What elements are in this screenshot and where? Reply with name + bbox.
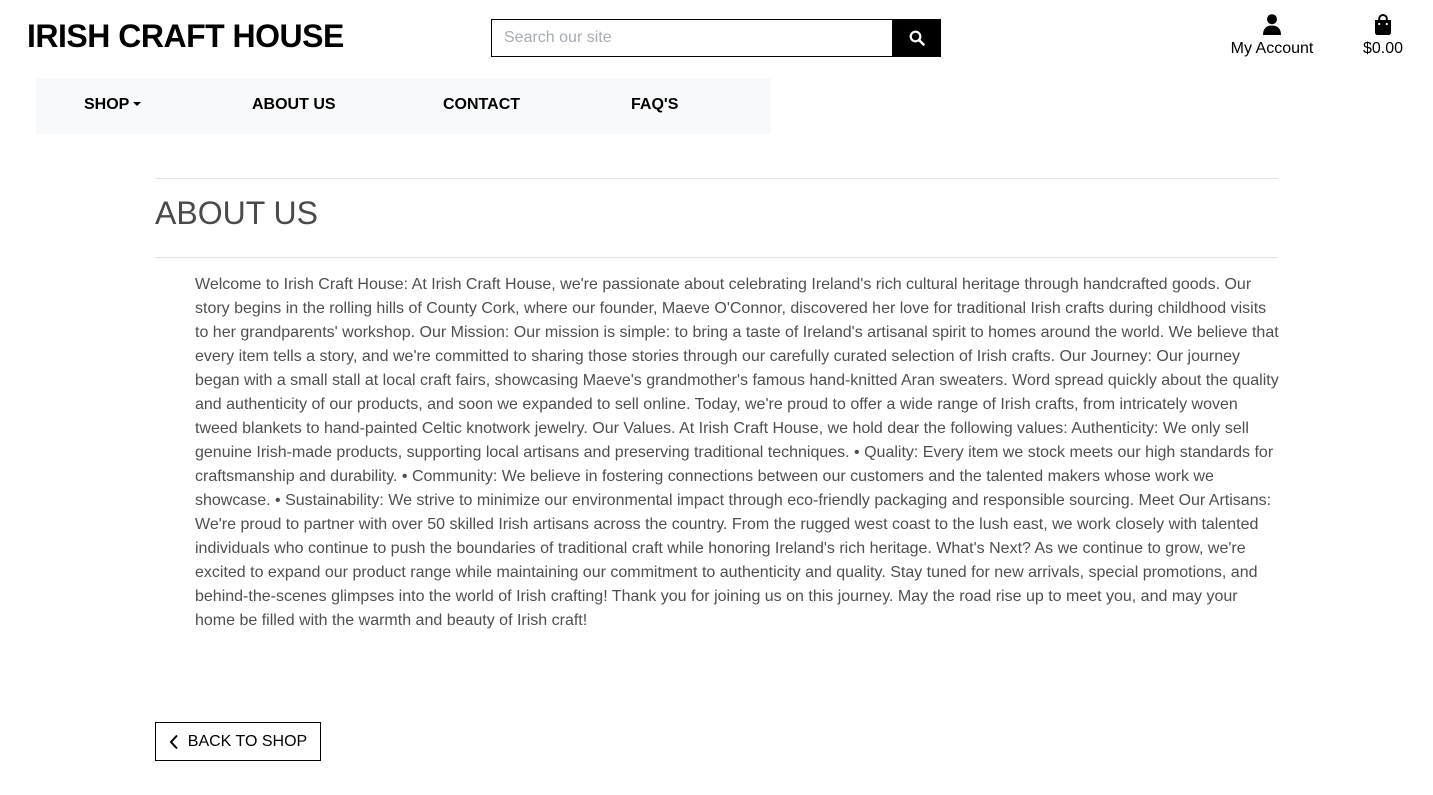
bag-total: $0.00	[1362, 40, 1404, 57]
nav-item-contact[interactable]: CONTACT	[443, 96, 520, 114]
nav-item-about-us[interactable]: ABOUT US	[252, 96, 336, 114]
page-title: ABOUT US	[155, 195, 318, 231]
my-account-link[interactable]: My Account	[1218, 14, 1326, 58]
site-header: IRISH CRAFT HOUSE My Account	[0, 0, 1433, 76]
about-us-body: Welcome to Irish Craft House: At Irish C…	[195, 276, 1279, 629]
divider-bottom	[155, 257, 1278, 258]
site-logo[interactable]: IRISH CRAFT HOUSE	[27, 18, 344, 55]
main-navbar: SHOP ABOUT US CONTACT FAQ'S	[36, 78, 771, 134]
search-form	[491, 19, 941, 57]
nav-item-shop[interactable]: SHOP	[84, 96, 142, 114]
back-to-shop-button[interactable]: BACK TO SHOP	[155, 722, 321, 761]
back-to-shop-label: BACK TO SHOP	[187, 732, 308, 750]
search-button[interactable]	[892, 19, 941, 57]
nav-item-faqs[interactable]: FAQ'S	[631, 96, 678, 114]
shopping-bag-link[interactable]: $0.00	[1352, 14, 1414, 58]
my-account-label: My Account	[1230, 40, 1314, 57]
caret-down-icon	[133, 101, 142, 106]
divider-top	[155, 178, 1278, 179]
nav-item-shop-label: SHOP	[84, 96, 130, 113]
search-input[interactable]	[491, 19, 892, 57]
user-icon	[1263, 14, 1281, 35]
chevron-left-icon	[169, 734, 178, 749]
shopping-bag-icon	[1375, 14, 1391, 35]
search-icon	[909, 30, 925, 46]
